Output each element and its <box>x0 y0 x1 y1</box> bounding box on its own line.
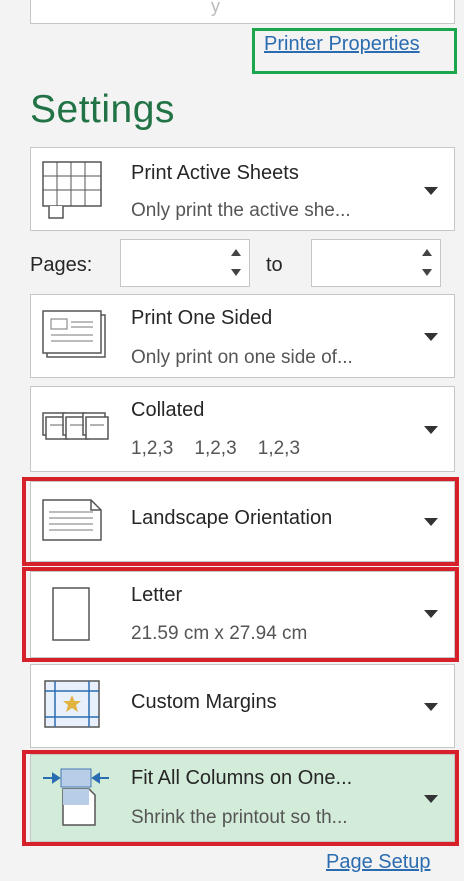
spin-down-icon[interactable] <box>422 269 432 276</box>
chevron-down-icon <box>424 795 438 803</box>
pages-from-input[interactable] <box>120 239 250 287</box>
letter-page-icon <box>41 586 111 642</box>
sides-description: Only print on one side of... <box>131 347 353 368</box>
spin-up-icon[interactable] <box>231 249 241 256</box>
sheet-grid-icon <box>41 160 111 219</box>
chevron-down-icon <box>424 333 438 341</box>
partial-text: y <box>211 0 220 16</box>
settings-heading: Settings <box>30 88 175 131</box>
one-sided-page-icon <box>41 309 111 365</box>
orientation-dropdown[interactable]: Landscape Orientation <box>30 481 455 562</box>
paper-size-description: 21.59 cm x 27.94 cm <box>131 623 308 644</box>
print-what-label: Print Active Sheets <box>131 162 299 184</box>
print-what-dropdown[interactable]: Print Active Sheets Only print the activ… <box>30 147 455 231</box>
pages-to-label: to <box>266 254 283 276</box>
printer-dropdown-partial[interactable]: y <box>30 0 455 24</box>
orientation-label: Landscape Orientation <box>131 507 333 529</box>
spin-down-icon[interactable] <box>231 269 241 276</box>
sides-dropdown[interactable]: Print One Sided Only print on one side o… <box>30 294 455 378</box>
scaling-dropdown[interactable]: Fit All Columns on One... Shrink the pri… <box>30 754 455 842</box>
chevron-down-icon <box>424 703 438 711</box>
printer-properties-link[interactable]: Printer Properties <box>264 33 420 56</box>
page-setup-link[interactable]: Page Setup <box>326 851 431 874</box>
fit-columns-icon <box>41 765 111 826</box>
sides-label: Print One Sided <box>131 307 273 329</box>
margins-dropdown[interactable]: Custom Margins <box>30 664 455 748</box>
scaling-description: Shrink the printout so th... <box>131 807 348 828</box>
collation-description: 1,2,3 1,2,3 1,2,3 <box>131 438 301 459</box>
spin-up-icon[interactable] <box>422 249 432 256</box>
chevron-down-icon <box>424 187 438 195</box>
margins-label: Custom Margins <box>131 691 277 713</box>
margins-icon <box>41 679 111 735</box>
paper-size-dropdown[interactable]: Letter 21.59 cm x 27.94 cm <box>30 571 455 658</box>
landscape-page-icon <box>41 496 111 552</box>
chevron-down-icon <box>424 518 438 526</box>
collation-label: Collated <box>131 399 205 421</box>
chevron-down-icon <box>424 426 438 434</box>
pages-label: Pages: <box>30 254 93 276</box>
pages-to-input[interactable] <box>311 239 441 287</box>
chevron-down-icon <box>424 610 438 618</box>
paper-size-label: Letter <box>131 584 183 606</box>
collation-dropdown[interactable]: Collated 1,2,3 1,2,3 1,2,3 <box>30 386 455 472</box>
scaling-label: Fit All Columns on One... <box>131 767 353 789</box>
collated-pages-icon <box>41 409 111 465</box>
print-what-description: Only print the active she... <box>131 200 351 221</box>
